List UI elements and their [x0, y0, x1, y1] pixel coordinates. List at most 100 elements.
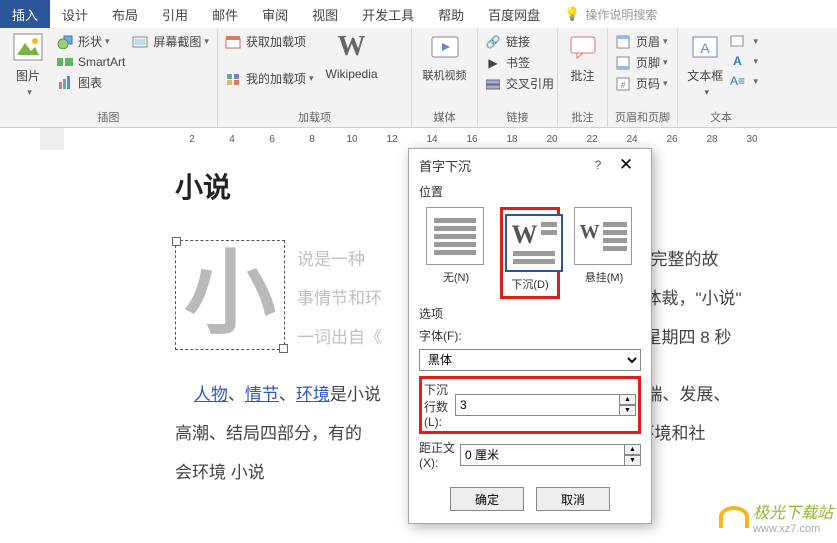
position-none-option[interactable]: 无(N)	[426, 207, 486, 299]
dropcap-char: 小	[184, 189, 276, 401]
p3-seg-a: 高潮、结局四部分，有的	[175, 424, 362, 443]
position-margin-option[interactable]: W 悬挂(M)	[574, 207, 634, 299]
tell-me-hint: 操作说明搜索	[585, 6, 657, 23]
video-icon	[429, 31, 461, 63]
dropcap-dialog: 首字下沉 ? ✕ 位置 无(N) W 下沉(D) W	[408, 148, 652, 524]
screenshot-button[interactable]: 屏幕截图▾	[131, 31, 209, 52]
bookmark-button[interactable]: ▶书签	[484, 52, 554, 73]
hyperlink-button[interactable]: 🔗链接	[484, 31, 554, 52]
wikipedia-label: Wikipedia	[322, 67, 382, 81]
lightbulb-icon: 💡	[564, 6, 580, 22]
pictures-button[interactable]: 图片▾	[6, 31, 50, 107]
textbox-label: 文本框	[684, 67, 726, 84]
wikipedia-button[interactable]: W Wikipedia	[322, 31, 382, 107]
tab-developer[interactable]: 开发工具	[350, 0, 426, 28]
svg-text:A: A	[701, 40, 711, 56]
options-section-label: 选项	[419, 305, 641, 322]
comment-icon	[567, 31, 599, 63]
tell-me-search[interactable]: 💡 操作说明搜索	[552, 0, 669, 28]
shapes-button[interactable]: 形状▾	[56, 31, 125, 52]
chevron-up-icon[interactable]: ▲	[625, 444, 641, 455]
footer-icon	[614, 55, 632, 71]
position-margin-thumb: W	[574, 207, 632, 265]
picture-icon	[12, 31, 44, 63]
pagenum-icon: #	[614, 76, 632, 92]
online-video-label: 联机视频	[418, 67, 471, 83]
chart-label: 图表	[78, 74, 102, 91]
ok-button[interactable]: 确定	[450, 487, 524, 511]
cancel-button[interactable]: 取消	[536, 487, 610, 511]
chevron-down-icon[interactable]: ▼	[620, 405, 636, 416]
header-label: 页眉	[636, 33, 660, 50]
chart-button[interactable]: 图表	[56, 72, 125, 93]
tab-design[interactable]: 设计	[50, 0, 100, 28]
tab-references[interactable]: 引用	[150, 0, 200, 28]
comment-label: 批注	[564, 67, 601, 84]
tab-review[interactable]: 审阅	[250, 0, 300, 28]
bookmark-label: 书签	[506, 54, 530, 71]
dropcap-menu-button[interactable]: A≡▾	[728, 71, 758, 91]
horizontal-ruler[interactable]: 2 4 6 8 10 12 14 16 18 20 22 24 26 28 30	[0, 128, 837, 150]
smartart-label: SmartArt	[78, 55, 125, 69]
textbox-button[interactable]: A 文本框▾	[684, 31, 726, 107]
font-label: 字体(F):	[419, 327, 641, 344]
position-section-label: 位置	[419, 183, 641, 200]
group-comments-label: 批注	[564, 107, 601, 127]
position-none-label: 无(N)	[426, 269, 486, 285]
lines-label: 下沉行数(L):	[424, 381, 455, 429]
tab-layout[interactable]: 布局	[100, 0, 150, 28]
header-button[interactable]: 页眉▾	[614, 31, 668, 52]
wordart-button[interactable]: A▾	[728, 51, 758, 71]
group-illustrations-label: 插图	[6, 107, 211, 127]
link-environment[interactable]: 环境	[296, 385, 330, 404]
font-select[interactable]: 黑体	[419, 349, 641, 371]
watermark-url: www.xz7.com	[753, 523, 833, 535]
dropcap-icon: A≡	[728, 73, 746, 89]
position-dropped-option[interactable]: W 下沉(D)	[500, 207, 560, 299]
dialog-help-button[interactable]: ?	[587, 158, 609, 172]
distance-input[interactable]	[460, 444, 625, 466]
chevron-up-icon[interactable]: ▲	[620, 394, 636, 405]
tab-insert[interactable]: 插入	[0, 0, 50, 28]
footer-button[interactable]: 页脚▾	[614, 52, 668, 73]
smartart-icon	[56, 54, 74, 70]
store-icon	[224, 34, 242, 50]
textbox-icon: A	[689, 31, 721, 63]
smartart-button[interactable]: SmartArt	[56, 52, 125, 72]
bookmark-icon: ▶	[484, 55, 502, 71]
crossref-label: 交叉引用	[506, 75, 554, 92]
ribbon-tab-bar: 插入 设计 布局 引用 邮件 审阅 视图 开发工具 帮助 百度网盘 💡 操作说明…	[0, 0, 837, 28]
tab-mailings[interactable]: 邮件	[200, 0, 250, 28]
tab-help[interactable]: 帮助	[426, 0, 476, 28]
comment-button[interactable]: 批注	[564, 31, 601, 107]
position-margin-label: 悬挂(M)	[574, 269, 634, 285]
lines-input[interactable]	[455, 394, 620, 416]
quickparts-icon	[728, 33, 746, 49]
tab-baidunetdisk[interactable]: 百度网盘	[476, 0, 552, 28]
lines-spinner[interactable]: ▲▼	[620, 394, 636, 416]
shapes-label: 形状	[78, 33, 102, 50]
ribbon-body: 图片▾ 形状▾ SmartArt 图表 屏幕截图▾ 插图 获取加载项 我的加载项…	[0, 28, 837, 128]
quickparts-button[interactable]: ▾	[728, 31, 758, 51]
get-addins-button[interactable]: 获取加载项	[224, 31, 314, 52]
my-addins-button[interactable]: 我的加载项▾	[224, 68, 314, 89]
crossref-button[interactable]: 交叉引用	[484, 73, 554, 94]
position-dropped-thumb: W	[505, 214, 563, 272]
dialog-close-button[interactable]: ✕	[609, 155, 643, 175]
p1-seg-c: 事情节和环	[297, 289, 382, 308]
online-video-button[interactable]: 联机视频	[418, 31, 471, 107]
tab-view[interactable]: 视图	[300, 0, 350, 28]
watermark-logo-icon	[719, 506, 749, 528]
distance-spinner[interactable]: ▲▼	[625, 444, 641, 466]
distance-label: 距正文(X):	[419, 439, 460, 470]
dialog-title: 首字下沉	[419, 156, 587, 175]
p2-seg-a: 是小说	[330, 385, 381, 404]
dropcap-selection-box[interactable]: 小	[175, 240, 285, 350]
my-addins-icon	[224, 71, 242, 87]
header-icon	[614, 34, 632, 50]
chevron-down-icon[interactable]: ▼	[625, 455, 641, 466]
group-links-label: 链接	[484, 107, 551, 127]
pictures-label: 图片	[6, 67, 50, 84]
pagenum-button[interactable]: #页码▾	[614, 73, 668, 94]
watermark-brand: 极光下载站	[753, 499, 833, 523]
